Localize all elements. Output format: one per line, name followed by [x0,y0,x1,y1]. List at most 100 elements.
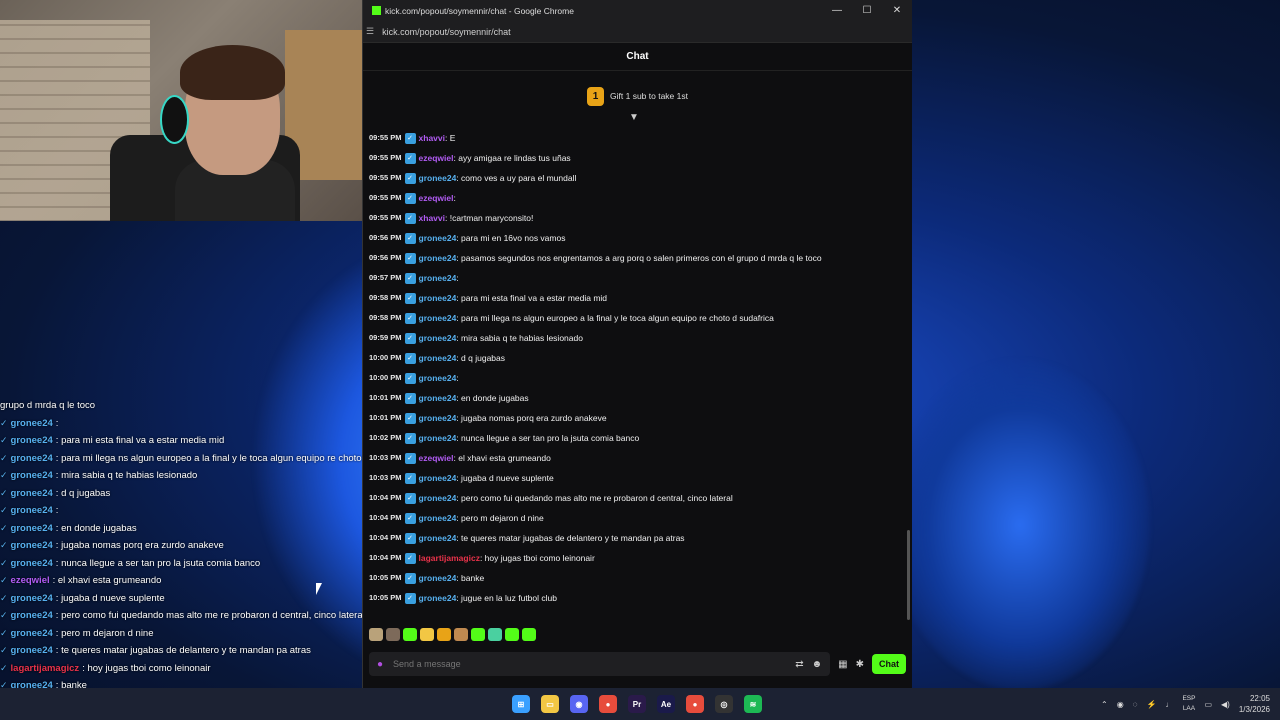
chrome-window: kick.com/popout/soymennir/chat - Google … [362,0,912,688]
taskbar: ⊞ ▭ ◉ ● Pr Ae ● ◎ ≋ ⌃ ◉ ◌ ⚡ ♩ ESP LAA ▭ ◀) 22:05… [0,688,1280,720]
message-username[interactable]: gronee24 [419,228,457,248]
emote-icon[interactable] [471,628,485,641]
translate-icon[interactable]: ⇄ [795,659,803,670]
chevron-up-icon[interactable]: ⌃ [1101,700,1108,709]
emote-icon[interactable] [522,628,536,641]
overlay-text: : el xhavi esta grumeando [52,575,162,586]
badge-icon: ✓ [404,332,416,344]
message-username[interactable]: gronee24 [419,268,457,288]
message-username[interactable]: gronee24 [419,328,457,348]
collapse-arrow-icon[interactable]: ▼ [629,112,639,123]
discord-tray-icon[interactable]: ◉ [1117,700,1124,709]
message-time: 10:00 PM [369,373,402,382]
message-username[interactable]: gronee24 [419,288,457,308]
emote-icon[interactable] [386,628,400,641]
send-chat-button[interactable]: Chat [872,654,906,674]
overlay-chat-line: ✓ ezeqwiel: el xhavi esta grumeando [0,572,420,590]
tray-app-icon[interactable]: ⚡ [1146,700,1156,709]
tray-app-icon[interactable]: ◌ [1133,700,1138,709]
premiere-icon[interactable]: Pr [628,695,646,713]
address-bar[interactable]: ☰ kick.com/popout/soymennir/chat [363,21,912,43]
message-username[interactable]: gronee24 [419,388,457,408]
microphone-icon[interactable]: ● [377,659,383,670]
emote-icon[interactable] [369,628,383,641]
scrollbar[interactable] [907,530,910,620]
message-time: 10:04 PM [369,513,402,522]
overlay-chat-line: ✓ gronee24: nunca llegue a ser tan pro la… [0,555,420,573]
message-username[interactable]: gronee24 [419,508,457,528]
network-icon[interactable]: ▭ [1204,700,1212,709]
emote-icon[interactable] [420,628,434,641]
url-text[interactable]: kick.com/popout/soymennir/chat [382,27,511,37]
emoji-icon[interactable]: ☻ [812,659,823,670]
stream-chat-overlay: grupo d mrda q le toco ✓ gronee24: ✓ gronee2… [0,397,420,712]
emote-icon[interactable] [454,628,468,641]
emote-icon[interactable] [437,628,451,641]
message-username[interactable]: gronee24 [419,348,457,368]
badge-icon: ✓ [404,452,416,464]
gift-icon[interactable]: ▦ [838,659,847,670]
message-username[interactable]: ezeqwiel [419,188,454,208]
overlay-chat-line: ✓ gronee24: jugaba d nueve suplente [0,590,420,608]
obs-icon[interactable]: ◎ [715,695,733,713]
emote-icon[interactable] [505,628,519,641]
volume-icon[interactable]: ◀) [1221,700,1230,709]
message-username[interactable]: gronee24 [419,588,457,608]
badge-icon: ✓ [0,575,8,585]
overlay-chat-line: ✓ gronee24: para mi llega ns algun europe… [0,450,420,468]
language-indicator[interactable]: ESP LAA [1182,694,1195,714]
message-username[interactable]: gronee24 [419,528,457,548]
start-icon[interactable]: ⊞ [512,695,530,713]
message-time: 09:56 PM [369,253,402,262]
discord-icon[interactable]: ◉ [570,695,588,713]
mic-tray-icon[interactable]: ♩ [1165,700,1173,709]
message-time: 10:01 PM [369,413,402,422]
after-effects-icon[interactable]: Ae [657,695,675,713]
site-settings-icon[interactable]: ☰ [366,26,374,37]
message-time: 09:59 PM [369,333,402,342]
message-username[interactable]: gronee24 [419,408,457,428]
emote-icon[interactable] [403,628,417,641]
message-box[interactable]: ● ⇄ ☻ [369,652,831,676]
emote-icon[interactable] [488,628,502,641]
message-username[interactable]: ezeqwiel [419,148,454,168]
badge-icon: ✓ [0,522,8,533]
settings-gear-icon[interactable]: ✱ [856,659,864,670]
badge-icon: ✓ [404,232,416,244]
maximize-button[interactable]: ☐ [852,5,882,16]
badge-icon: ✓ [0,435,8,445]
badge-icon: ✓ [0,592,8,603]
chat-message: 10:01 PM ✓ gronee24: jugaba nomas porq era… [369,408,904,428]
message-username[interactable]: xhavvi [419,208,445,228]
message-username[interactable]: lagartijamagicz [419,548,480,568]
spotify-icon[interactable]: ≋ [744,695,762,713]
message-time: 10:03 PM [369,473,402,482]
file-explorer-icon[interactable]: ▭ [541,695,559,713]
message-input[interactable] [391,658,788,670]
message-username[interactable]: gronee24 [419,168,457,188]
message-username[interactable]: gronee24 [419,568,457,588]
clock-time: 22:05 [1249,694,1270,703]
overlay-chat-line: ✓ gronee24: en donde jugabas [0,520,420,538]
chrome-icon[interactable]: ● [599,695,617,713]
message-username[interactable]: gronee24 [419,428,457,448]
chrome-active-icon[interactable]: ● [686,695,704,713]
badge-icon: ✓ [0,645,8,655]
overlay-chat-line: ✓ lagartijamagicz: hoy jugas tboi como le… [0,660,420,678]
message-time: 09:55 PM [369,133,402,142]
message-username[interactable]: gronee24 [419,308,457,328]
message-username[interactable]: gronee24 [419,368,457,388]
clock[interactable]: 22:05 1/3/2026 [1239,693,1270,715]
overlay-text: : jugaba nomas porq era zurdo anakeve [55,540,224,551]
message-username[interactable]: gronee24 [419,248,457,268]
minimize-button[interactable]: — [822,5,852,16]
message-username[interactable]: gronee24 [419,468,457,488]
chat-message: 09:59 PM ✓ gronee24: mira sabia q te habia… [369,328,904,348]
overlay-text: : hoy jugas tboi como leinonair [82,662,211,674]
message-text: : jugaba nomas porq era zurdo anakeve [456,413,607,423]
message-username[interactable]: gronee24 [419,488,457,508]
message-text: : pero como fui quedando mas alto me re … [456,493,733,503]
message-username[interactable]: xhavvi [419,128,445,148]
close-button[interactable]: ✕ [882,5,912,16]
message-username[interactable]: ezeqwiel [419,448,454,468]
